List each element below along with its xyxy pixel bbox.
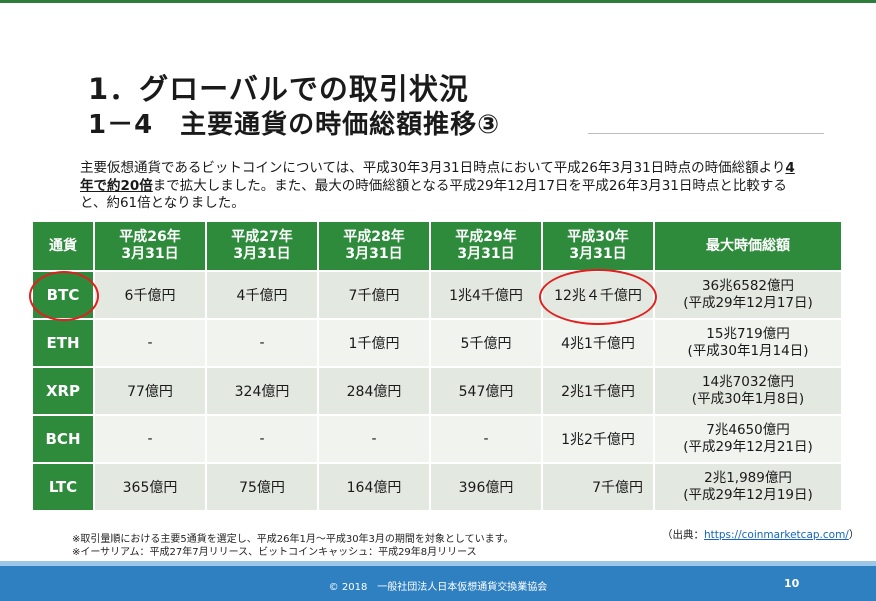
- page-subtitle: 1－4 主要通貨の時価総額推移③: [88, 110, 501, 140]
- title-divider: [588, 133, 824, 134]
- table-cell: 1千億円: [317, 318, 431, 368]
- page-title: 1．グローバルでの取引状況: [88, 72, 469, 106]
- header-h30: 平成30年 3月31日: [541, 220, 655, 272]
- source-citation: （出典：https://coinmarketcap.com/）: [662, 529, 860, 541]
- header-h28: 平成28年 3月31日: [317, 220, 431, 272]
- source-link[interactable]: https://coinmarketcap.com/: [704, 529, 849, 541]
- header-h26: 平成26年 3月31日: [93, 220, 207, 272]
- coin-label: BTC: [31, 270, 95, 320]
- table-cell: -: [93, 414, 207, 464]
- coin-label: ETH: [31, 318, 95, 368]
- coin-label: XRP: [31, 366, 95, 416]
- table-cell: 164億円: [317, 462, 431, 512]
- table-cell: -: [429, 414, 543, 464]
- intro-text-2: まで拡大しました。また、最大の時価総額となる平成29年12月17日を平成26年3…: [80, 177, 787, 212]
- max-cap-cell: 36兆6582億円 (平成29年12月17日): [653, 270, 843, 320]
- table-cell: 365億円: [93, 462, 207, 512]
- table-cell: 7千億円: [317, 270, 431, 320]
- header-h27: 平成27年 3月31日: [205, 220, 319, 272]
- table-header-row: 通貨 平成26年 3月31日 平成27年 3月31日 平成28年 3月31日 平成29…: [31, 220, 843, 272]
- top-accent-bar: [0, 0, 876, 3]
- page-number: 10: [784, 577, 800, 590]
- header-max-market-cap: 最大時価総額: [653, 220, 843, 272]
- table-cell: 1兆2千億円: [541, 414, 655, 464]
- max-cap-cell: 14兆7032億円 (平成30年1月8日): [653, 366, 843, 416]
- table-row-xrp: XRP 77億円 324億円 284億円 547億円 2兆1千億円 14兆703…: [31, 366, 843, 416]
- table-cell: 324億円: [205, 366, 319, 416]
- max-cap-cell: 2兆1,989億円 (平成29年12月19日): [653, 462, 843, 512]
- table-cell: 75億円: [205, 462, 319, 512]
- table-cell: -: [205, 414, 319, 464]
- table-cell: -: [317, 414, 431, 464]
- table-cell: -: [93, 318, 207, 368]
- max-cap-cell: 15兆719億円 (平成30年1月14日): [653, 318, 843, 368]
- table-cell: 1兆4千億円: [429, 270, 543, 320]
- table-cell: 4兆1千億円: [541, 318, 655, 368]
- market-cap-table: 通貨 平成26年 3月31日 平成27年 3月31日 平成28年 3月31日 平成29…: [31, 220, 843, 512]
- max-cap-cell: 7兆4650億円 (平成29年12月21日): [653, 414, 843, 464]
- table-row-ltc: LTC 365億円 75億円 164億円 396億円 7千億円 2兆1,989億…: [31, 462, 843, 512]
- intro-text-1: 主要仮想通貨であるビットコインについては、平成30年3月31日時点において平成2…: [80, 160, 786, 176]
- table-cell: 284億円: [317, 366, 431, 416]
- table-cell: 6千億円: [93, 270, 207, 320]
- table-cell: 2兆1千億円: [541, 366, 655, 416]
- table-cell: 7千億円: [541, 462, 655, 512]
- footnote-release: ※イーサリアム：平成27年7月リリース、ビットコインキャッシュ：平成29年8月リ…: [72, 547, 477, 558]
- table-cell: 5千億円: [429, 318, 543, 368]
- copyright-text: © 2018 一般社団法人日本仮想通貨交換業協会: [328, 582, 548, 593]
- footer-bar: © 2018 一般社団法人日本仮想通貨交換業協会 10: [0, 566, 876, 601]
- coin-label: LTC: [31, 462, 95, 512]
- table-cell: -: [205, 318, 319, 368]
- table-cell: 547億円: [429, 366, 543, 416]
- table-cell: 77億円: [93, 366, 207, 416]
- intro-paragraph: 主要仮想通貨であるビットコインについては、平成30年3月31日時点において平成2…: [80, 160, 800, 213]
- header-currency: 通貨: [31, 220, 95, 272]
- table-row-eth: ETH - - 1千億円 5千億円 4兆1千億円 15兆719億円 (平成30年1…: [31, 318, 843, 368]
- table-row-bch: BCH - - - - 1兆2千億円 7兆4650億円 (平成29年12月21日): [31, 414, 843, 464]
- table-row-btc: BTC 6千億円 4千億円 7千億円 1兆4千億円 12兆４千億円 36兆658…: [31, 270, 843, 320]
- table-cell: 12兆４千億円: [541, 270, 655, 320]
- table-cell: 4千億円: [205, 270, 319, 320]
- header-h29: 平成29年 3月31日: [429, 220, 543, 272]
- coin-label: BCH: [31, 414, 95, 464]
- table-cell: 396億円: [429, 462, 543, 512]
